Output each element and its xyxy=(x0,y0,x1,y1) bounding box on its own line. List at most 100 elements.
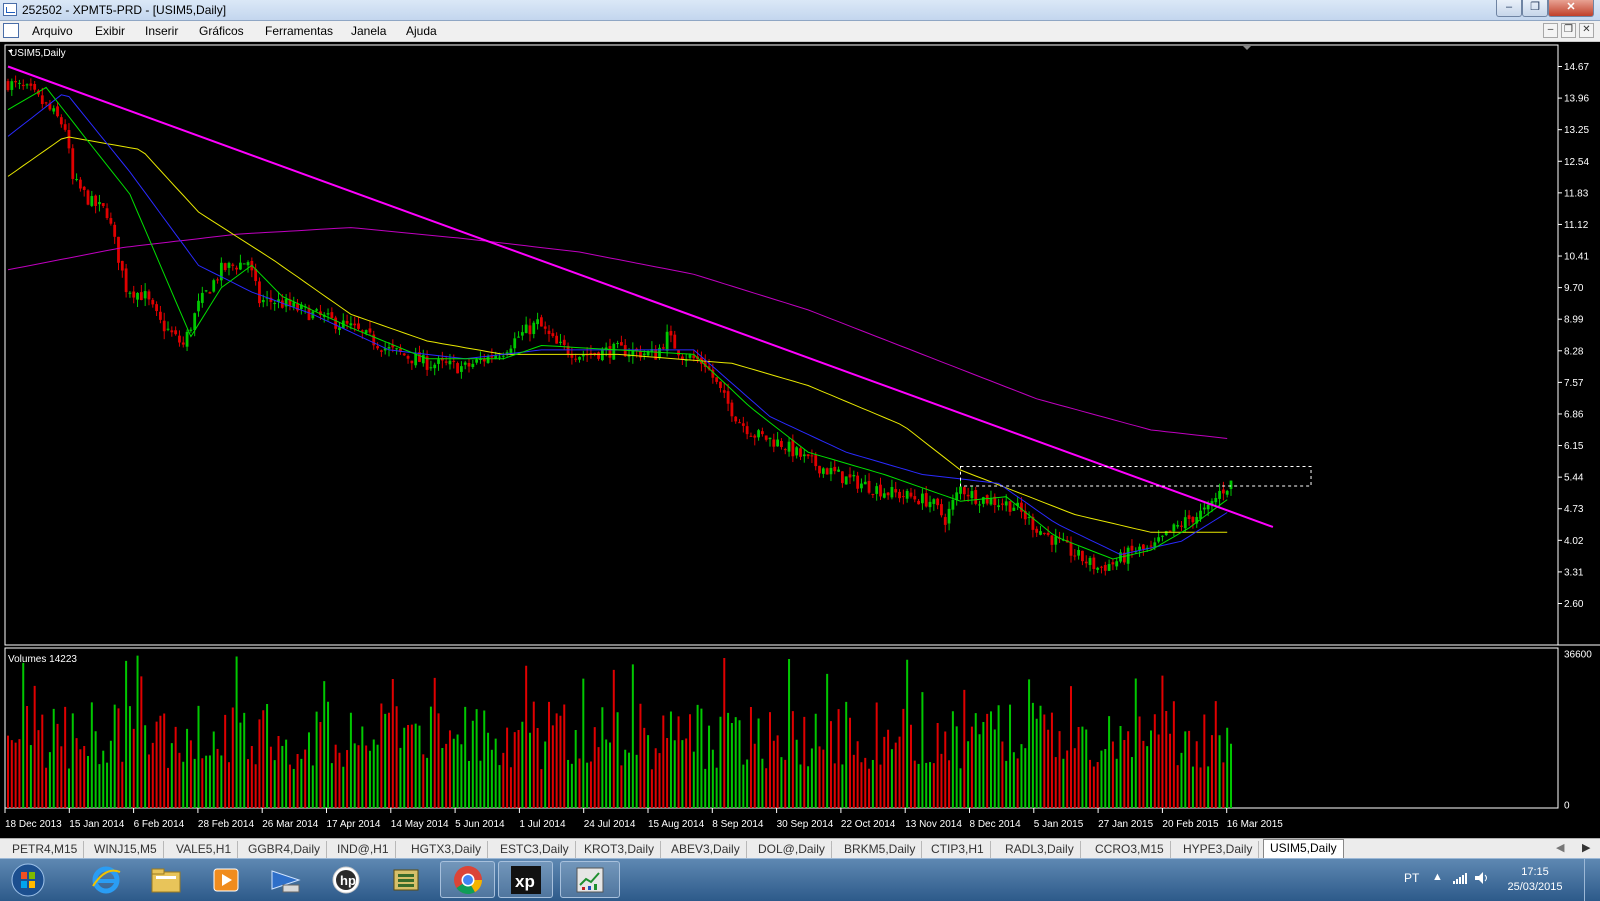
candle-body xyxy=(105,208,109,219)
tab-estc3[interactable]: ESTC3,Daily xyxy=(494,841,576,858)
menu-ferramentas[interactable]: Ferramentas xyxy=(265,24,333,38)
candle-body xyxy=(612,343,616,360)
candle-body xyxy=(326,313,330,315)
chart-document-icon[interactable] xyxy=(3,23,19,38)
date-tick-label: 5 Jun 2014 xyxy=(455,819,505,830)
price-tick-label: 5.44 xyxy=(1564,473,1584,484)
taskbar-media-player[interactable] xyxy=(198,861,253,898)
candle-body xyxy=(353,323,357,326)
candle-body xyxy=(345,320,349,324)
date-tick-label: 16 Mar 2015 xyxy=(1227,819,1284,830)
restore-window-button[interactable]: ❐ xyxy=(1522,0,1548,17)
menu-ajuda[interactable]: Ajuda xyxy=(406,24,437,38)
minimize-window-button[interactable]: ‒ xyxy=(1496,0,1522,17)
tab-ind[interactable]: IND@,H1 xyxy=(331,841,396,858)
tab-usim5[interactable]: USIM5,Daily xyxy=(1263,839,1344,859)
taskbar-archive-tool[interactable] xyxy=(378,861,433,898)
candle-body xyxy=(997,505,1000,508)
date-tick-label: 17 Apr 2014 xyxy=(327,819,381,830)
candle-body xyxy=(40,95,44,105)
chart-window[interactable]: 14.67 13.96 13.25 12.54 11.83 11.12 10.41 9.70 8… xyxy=(0,42,1600,840)
date-tick-label: 18 Dec 2013 xyxy=(5,819,62,830)
mdi-minimize-button[interactable]: – xyxy=(1543,23,1558,38)
candle-body xyxy=(33,84,37,90)
candle-body xyxy=(661,347,665,349)
candle-body xyxy=(787,441,791,452)
network-signal-icon[interactable] xyxy=(1452,871,1468,885)
taskbar-metatrader[interactable] xyxy=(560,861,620,898)
candle-body xyxy=(894,489,898,493)
candle-body xyxy=(258,281,261,304)
menu-janela[interactable]: Janela xyxy=(351,24,386,38)
menu-arquivo[interactable]: Arquivo xyxy=(32,24,73,38)
tab-brkm5[interactable]: BRKM5,Daily xyxy=(838,841,923,858)
svg-text:hp: hp xyxy=(340,873,356,888)
taskbar-file-explorer[interactable] xyxy=(138,861,193,898)
window-title: 252502 - XPMT5-PRD - [USIM5,Daily] xyxy=(22,3,227,17)
date-tick-label: 15 Jan 2014 xyxy=(69,819,124,830)
tab-winj15[interactable]: WINJ15,M5 xyxy=(88,841,164,858)
tab-ccro3[interactable]: CCRO3,M15 xyxy=(1089,841,1171,858)
close-window-button[interactable]: ✕ xyxy=(1548,0,1594,17)
tab-petr4[interactable]: PETR4,M15 xyxy=(6,841,85,858)
candle-body xyxy=(21,84,25,87)
tabs-scroll-left-icon[interactable]: ◀ xyxy=(1556,841,1564,854)
menu-inserir[interactable]: Inserir xyxy=(145,24,178,38)
candle-body xyxy=(970,491,974,499)
candle-body xyxy=(726,391,730,404)
candle-body xyxy=(818,465,821,474)
taskbar-xp-app[interactable]: xp xyxy=(498,861,553,898)
menu-graficos[interactable]: Gráficos xyxy=(199,24,244,38)
price-tick-label: 7.57 xyxy=(1564,378,1584,389)
candle-body xyxy=(738,422,741,424)
volume-speaker-icon[interactable] xyxy=(1474,871,1490,885)
candle-body xyxy=(124,268,128,293)
candle-body xyxy=(1092,557,1096,570)
menu-exibir[interactable]: Exibir xyxy=(95,24,125,38)
candle-body xyxy=(932,499,936,504)
mdi-close-button[interactable]: ✕ xyxy=(1579,23,1594,38)
tray-language[interactable]: PT xyxy=(1404,871,1419,885)
symbol-label: USIM5,Daily xyxy=(10,48,66,59)
tab-hype3[interactable]: HYPE3,Daily xyxy=(1177,841,1260,858)
candle-body xyxy=(722,390,726,393)
tab-dol[interactable]: DOL@,Daily xyxy=(752,841,832,858)
taskbar-network[interactable] xyxy=(258,861,313,898)
price-tick-label: 8.99 xyxy=(1564,315,1584,326)
tray-show-hidden-icon[interactable]: ▲ xyxy=(1432,871,1443,883)
trendline[interactable] xyxy=(7,65,1274,528)
taskbar-internet-explorer[interactable] xyxy=(78,861,133,898)
start-button[interactable] xyxy=(2,861,54,898)
taskbar-chrome[interactable] xyxy=(440,861,495,898)
system-clock[interactable]: 17:15 25/03/2015 xyxy=(1500,865,1570,895)
candle-body xyxy=(760,431,764,435)
candle-body xyxy=(1081,550,1084,562)
candle-body xyxy=(955,492,959,500)
tab-hgtx3[interactable]: HGTX3,Daily xyxy=(405,841,489,858)
candle-body xyxy=(1001,503,1004,505)
candle-body xyxy=(821,468,825,474)
candle-body xyxy=(1103,565,1107,571)
taskbar-hp[interactable]: hp xyxy=(318,861,373,898)
tab-abev3[interactable]: ABEV3,Daily xyxy=(665,841,747,858)
tab-ctip3[interactable]: CTIP3,H1 xyxy=(925,841,991,858)
candle-body xyxy=(75,179,78,181)
date-tick-label: 30 Sep 2014 xyxy=(777,819,834,830)
tab-vale5[interactable]: VALE5,H1 xyxy=(170,841,239,858)
mdi-restore-button[interactable]: ❐ xyxy=(1561,23,1576,38)
price-chart[interactable]: 14.67 13.96 13.25 12.54 11.83 11.12 10.41 9.70 8… xyxy=(0,42,1600,840)
show-desktop-button[interactable] xyxy=(1584,859,1600,901)
candle-body xyxy=(307,307,311,321)
tab-krot3[interactable]: KROT3,Daily xyxy=(578,841,662,858)
candle-body xyxy=(170,330,174,333)
tabs-scroll-right-icon[interactable]: ▶ xyxy=(1582,841,1590,854)
chart-shift-marker-icon[interactable] xyxy=(1243,46,1251,50)
price-tick-label: 4.73 xyxy=(1564,504,1584,515)
candle-body xyxy=(1042,532,1046,534)
price-pane-border xyxy=(4,44,1559,646)
candle-body xyxy=(120,260,124,271)
date-tick-label: 5 Jan 2015 xyxy=(1034,819,1084,830)
candle-body xyxy=(871,494,875,496)
tab-ggbr4[interactable]: GGBR4,Daily xyxy=(242,841,328,858)
tab-radl3[interactable]: RADL3,Daily xyxy=(999,841,1081,858)
